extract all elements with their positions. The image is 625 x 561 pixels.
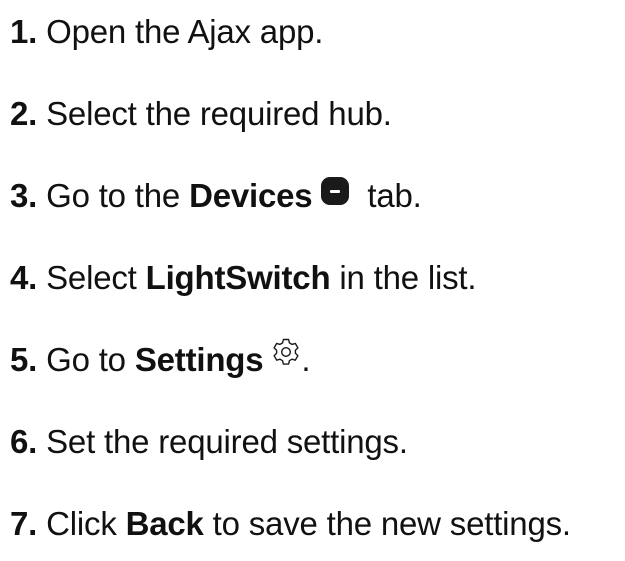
- step-4: 4. Select LightSwitch in the list.: [10, 256, 477, 300]
- step-text-pre: Select: [46, 259, 146, 296]
- devices-tab-icon: [320, 176, 350, 206]
- step-6: 6. Set the required settings.: [10, 420, 408, 464]
- step-text: Select the required hub.: [46, 95, 392, 132]
- step-text: Open the Ajax app.: [46, 13, 324, 50]
- step-number: 3.: [10, 177, 38, 214]
- step-number: 6.: [10, 423, 38, 460]
- step-3: 3. Go to the Devices tab.: [10, 174, 422, 218]
- step-text-post: tab.: [358, 177, 422, 214]
- step-5: 5. Go to Settings .: [10, 337, 311, 382]
- step-text-pre: Go to the: [46, 177, 190, 214]
- step-number: 2.: [10, 95, 38, 132]
- step-number: 5.: [10, 341, 38, 378]
- step-text-pre: Go to: [46, 341, 135, 378]
- step-7: 7. Click Back to save the new settings.: [10, 502, 571, 546]
- back-label: Back: [125, 505, 204, 542]
- step-text: Set the required settings.: [46, 423, 408, 460]
- step-text-post: .: [301, 341, 311, 378]
- step-1: 1. Open the Ajax app.: [10, 10, 323, 54]
- step-number: 1.: [10, 13, 38, 50]
- step-text-pre: Click: [46, 505, 126, 542]
- step-2: 2. Select the required hub.: [10, 92, 392, 136]
- settings-label: Settings: [134, 341, 264, 378]
- step-text-post: to save the new settings.: [203, 505, 571, 542]
- step-number: 4.: [10, 259, 38, 296]
- instruction-steps: 1. Open the Ajax app. 2. Select the requ…: [0, 0, 625, 561]
- step-text-post: in the list.: [330, 259, 477, 296]
- gear-icon: [271, 337, 301, 367]
- devices-label: Devices: [189, 177, 313, 214]
- step-number: 7.: [10, 505, 38, 542]
- lightswitch-label: LightSwitch: [145, 259, 331, 296]
